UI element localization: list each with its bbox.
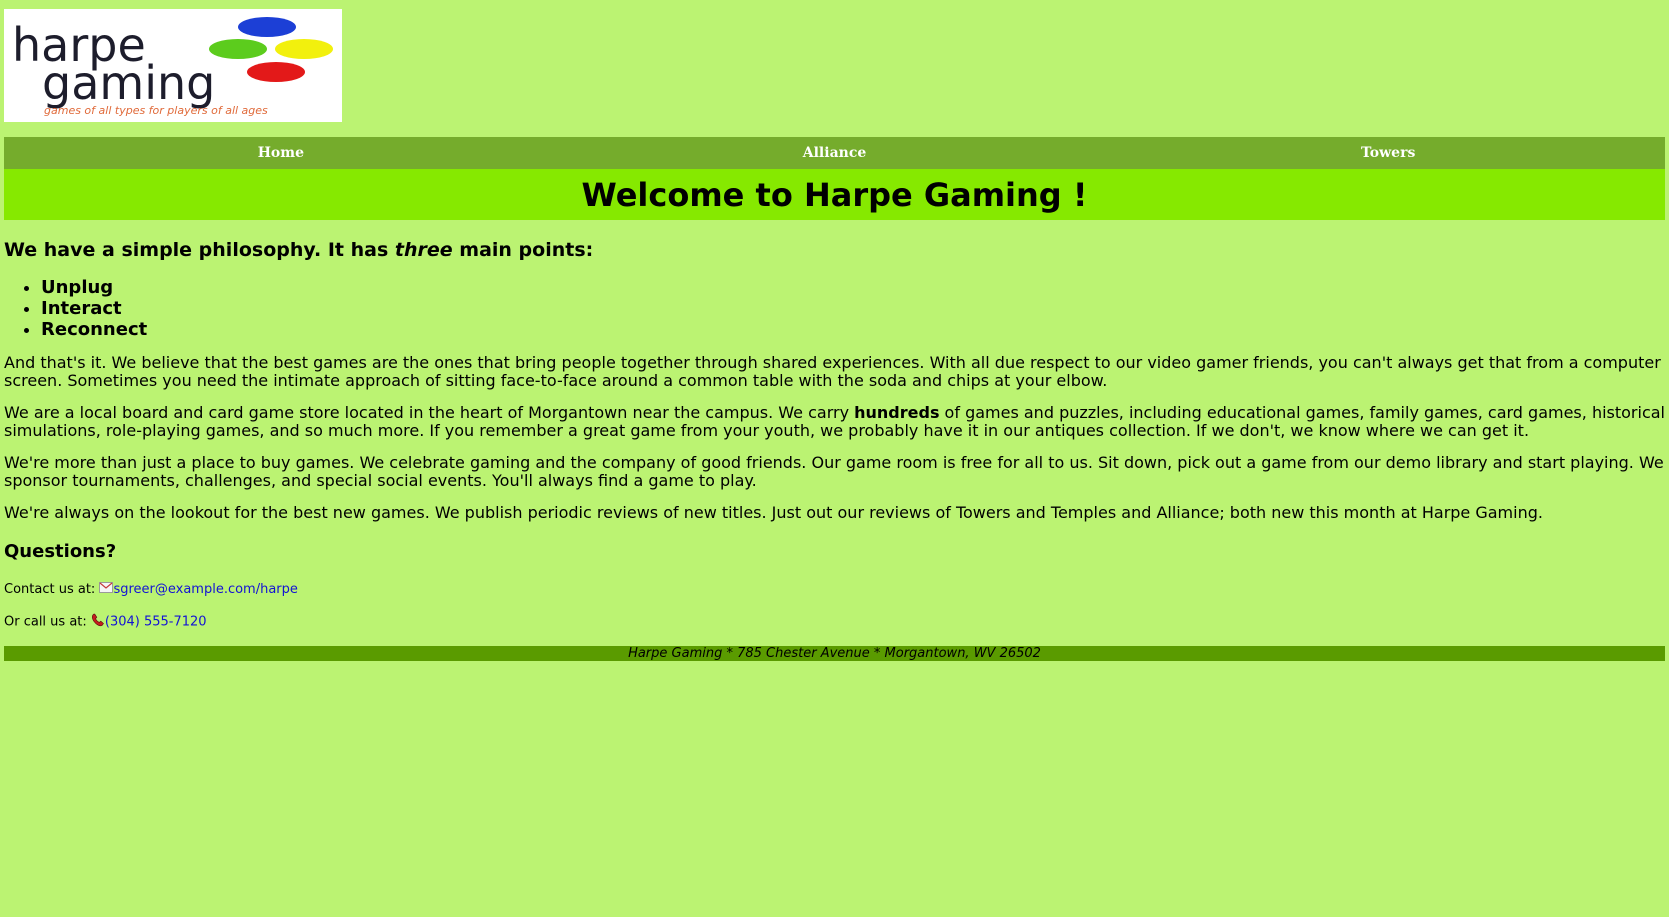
- philosophy-suffix: main points:: [452, 239, 594, 261]
- logo-red-disc: [247, 62, 305, 82]
- philosophy-points: Unplug Interact Reconnect: [4, 277, 1665, 340]
- phone-icon: [91, 613, 105, 631]
- logo-graphic: harpe gaming games of all types for play…: [12, 17, 333, 117]
- contact-phone-label: Or call us at:: [4, 614, 91, 630]
- list-item: Interact: [41, 298, 1665, 319]
- community-paragraph: We're more than just a place to buy game…: [4, 453, 1664, 490]
- welcome-banner: Welcome to Harpe Gaming !: [4, 169, 1665, 220]
- list-item: Unplug: [41, 277, 1665, 298]
- logo-green-disc: [209, 39, 267, 59]
- questions-heading: Questions?: [4, 541, 117, 562]
- contact-phone-link[interactable]: (304) 555-7120: [105, 615, 207, 630]
- intro-paragraph: And that's it. We believe that the best …: [4, 353, 1661, 390]
- philosophy-emphasis: three: [394, 239, 453, 261]
- nav-alliance[interactable]: Alliance: [558, 145, 1112, 161]
- contact-email-line: Contact us at: sgreer@example.com/harpe: [4, 582, 1665, 597]
- nav-towers[interactable]: Towers: [1111, 145, 1665, 161]
- list-item: Reconnect: [41, 319, 1665, 340]
- philosophy-heading: We have a simple philosophy. It has thre…: [4, 239, 1665, 261]
- philosophy-prefix: We have a simple philosophy. It has: [4, 239, 395, 261]
- store-text-before: We are a local board and card game store…: [4, 403, 855, 422]
- store-text-bold: hundreds: [854, 403, 940, 422]
- page-title: Welcome to Harpe Gaming !: [581, 175, 1088, 214]
- envelope-icon: [99, 582, 114, 597]
- nav-home[interactable]: Home: [4, 145, 558, 161]
- logo-blue-disc: [238, 17, 296, 37]
- logo-tagline: games of all types for players of all ag…: [44, 104, 268, 117]
- store-paragraph: We are a local board and card game store…: [4, 404, 1665, 440]
- main-nav: Home Alliance Towers: [4, 137, 1665, 169]
- contact-email-link[interactable]: sgreer@example.com/harpe: [113, 582, 297, 597]
- site-logo: harpe gaming games of all types for play…: [4, 9, 342, 122]
- contact-phone-line: Or call us at: (304) 555-7120: [4, 613, 1665, 631]
- contact-email-label: Contact us at:: [4, 582, 100, 597]
- logo-yellow-disc: [275, 39, 333, 59]
- reviews-paragraph: We're always on the lookout for the best…: [4, 503, 1543, 522]
- site-footer: Harpe Gaming * 785 Chester Avenue * Morg…: [4, 646, 1665, 661]
- logo-line2: gaming: [42, 56, 215, 110]
